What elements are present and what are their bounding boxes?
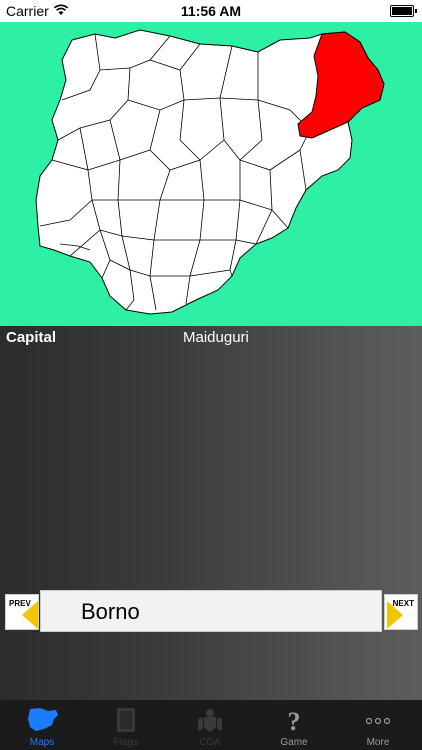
prev-button[interactable]: PREV [5, 594, 39, 630]
svg-text:?: ? [288, 707, 301, 735]
tab-game[interactable]: ? Game [252, 700, 336, 750]
map-view[interactable] [0, 22, 422, 326]
capital-label: Capital [6, 329, 57, 346]
tab-game-label: Game [280, 737, 308, 748]
tab-more[interactable]: More [336, 700, 420, 750]
next-button[interactable]: NEXT [384, 594, 418, 630]
state-name-display: Borno [40, 590, 382, 632]
tab-coa-label: COA [199, 737, 221, 748]
battery-icon [390, 5, 417, 17]
tab-flags-label: Flags [113, 737, 139, 748]
tab-maps[interactable]: Maps [0, 700, 84, 750]
nigeria-states-map[interactable] [0, 22, 422, 326]
info-panel: Capital Maiduguri [0, 326, 422, 700]
question-mark-icon: ? [288, 707, 301, 735]
coat-of-arms-icon [198, 709, 222, 732]
state-navigator: PREV Borno NEXT [0, 590, 422, 632]
status-time: 11:56 AM [180, 3, 242, 19]
prev-arrow-icon [22, 601, 38, 629]
flag-book-icon [117, 708, 135, 732]
tab-coa[interactable]: COA [168, 700, 252, 750]
next-arrow-icon [387, 601, 403, 629]
tab-bar: Maps Flags COA ? Game More [0, 700, 422, 750]
tab-maps-label: Maps [29, 737, 55, 748]
more-dots-icon [365, 717, 391, 725]
tab-flags[interactable]: Flags [84, 700, 168, 750]
status-bar: Carrier 11:56 AM [0, 0, 422, 22]
tab-more-label: More [366, 737, 390, 748]
state-name: Borno [81, 599, 140, 624]
map-icon [28, 708, 58, 731]
capital-value: Maiduguri [183, 329, 249, 346]
